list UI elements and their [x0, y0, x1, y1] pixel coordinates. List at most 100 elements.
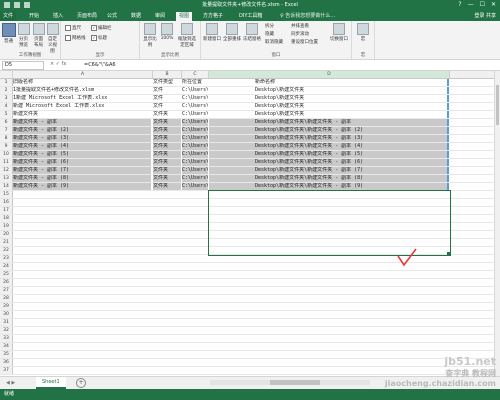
cell-a[interactable]	[13, 279, 151, 286]
cell-c[interactable]	[182, 359, 208, 366]
name-box[interactable]: D5	[2, 61, 44, 70]
cell-b[interactable]	[153, 207, 181, 214]
row-number[interactable]: 14	[0, 183, 13, 190]
tab-page-layout[interactable]: 页面布局	[74, 12, 100, 21]
cell-a[interactable]	[13, 191, 151, 198]
cell-d[interactable]	[209, 319, 449, 326]
cell-c[interactable]: C:\Users\	[182, 111, 208, 118]
cell-d[interactable]	[209, 295, 449, 302]
tab-formulas[interactable]: 公式	[104, 12, 120, 21]
cell-d[interactable]: Desktop\新建文件夹\新建文件夹 - 副本 (5)	[209, 151, 449, 158]
cell-b[interactable]	[153, 287, 181, 294]
row-number[interactable]: 15	[0, 191, 13, 198]
cell-b[interactable]	[153, 199, 181, 206]
cell-a[interactable]: 新建文件夹 - 副本 (9)	[13, 183, 151, 190]
formula-input[interactable]: =C6&"\"&A6	[84, 61, 116, 69]
cell-c[interactable]	[182, 263, 208, 270]
cell-c[interactable]	[182, 255, 208, 262]
cell-a[interactable]: 新建文件夹 - 副本 (6)	[13, 159, 151, 166]
row-number[interactable]: 27	[0, 287, 13, 294]
horizontal-scrollbar[interactable]	[210, 380, 370, 385]
zoom-to-selection-button[interactable]: 缩放到选定区域	[176, 23, 198, 48]
row-number[interactable]: 13	[0, 175, 13, 182]
select-all-corner[interactable]	[0, 71, 13, 78]
zoom-100-button[interactable]: 100%	[160, 23, 174, 41]
cell-a[interactable]: 1批量提取文件名+修改文件名.xlsm	[13, 87, 151, 94]
cell-a[interactable]: 新建文件夹 - 副本 (2)	[13, 127, 151, 134]
cell-d[interactable]: Desktop\新建文件夹\新建文件夹 - 副本	[209, 119, 449, 126]
cell-c[interactable]: C:\Users\	[182, 103, 208, 110]
row-number[interactable]: 7	[0, 127, 13, 134]
synchronous-scrolling-button[interactable]: 同步滚动	[291, 31, 309, 37]
cell-b[interactable]	[153, 311, 181, 318]
row-number[interactable]: 34	[0, 343, 13, 350]
row-number[interactable]: 29	[0, 303, 13, 310]
cell-b[interactable]	[153, 215, 181, 222]
cell-b[interactable]	[153, 303, 181, 310]
cell-c[interactable]	[182, 295, 208, 302]
cell-c[interactable]: C:\Users\	[182, 175, 208, 182]
tab-home[interactable]: 开始	[26, 12, 42, 21]
cell-c[interactable]	[182, 215, 208, 222]
cell-a[interactable]	[13, 335, 151, 342]
row-number[interactable]: 2	[0, 87, 13, 94]
cell-d[interactable]	[209, 271, 449, 278]
cell-c[interactable]	[182, 351, 208, 358]
page-layout-view-button[interactable]: 页面布局	[32, 23, 45, 48]
cell-b[interactable]: 文件夹	[153, 151, 181, 158]
cell-c[interactable]	[182, 199, 208, 206]
freeze-panes-button[interactable]: 冻结窗格	[243, 23, 261, 42]
cell-c[interactable]: C:\Users\	[182, 151, 208, 158]
cell-d[interactable]: Desktop\新建文件夹\新建文件夹 - 副本 (7)	[209, 167, 449, 174]
cell-b[interactable]: 文件夹	[153, 183, 181, 190]
cell-a[interactable]	[13, 295, 151, 302]
cell-c[interactable]	[182, 327, 208, 334]
hide-button[interactable]: 隐藏	[265, 31, 274, 37]
row-number[interactable]: 11	[0, 159, 13, 166]
maximize-button[interactable]: ☐	[480, 1, 485, 8]
row-number[interactable]: 16	[0, 199, 13, 206]
cell-b[interactable]	[153, 263, 181, 270]
cell-c[interactable]	[182, 191, 208, 198]
tab-diy-toolbox[interactable]: DIY工具箱	[236, 12, 265, 21]
tab-view[interactable]: 视图	[176, 12, 193, 21]
cell-b[interactable]	[153, 247, 181, 254]
row-number[interactable]: 12	[0, 167, 13, 174]
cell-a[interactable]	[13, 263, 151, 270]
cell-d[interactable]	[209, 279, 449, 286]
cell-d[interactable]: Desktop\新建文件夹\新建文件夹 - 副本 (3)	[209, 135, 449, 142]
cell-a[interactable]	[13, 271, 151, 278]
cell-b[interactable]	[153, 239, 181, 246]
cell-b[interactable]	[153, 279, 181, 286]
cell-a[interactable]	[13, 255, 151, 262]
row-number[interactable]: 32	[0, 327, 13, 334]
cell-a[interactable]: 新建文件夹 - 副本 (3)	[13, 135, 151, 142]
cell-c[interactable]	[182, 271, 208, 278]
row-number[interactable]: 28	[0, 295, 13, 302]
cell-d[interactable]: Desktop\新建文件夹	[209, 111, 449, 118]
scroll-thumb[interactable]	[496, 85, 499, 125]
cell-a[interactable]: 新建文件夹	[13, 111, 151, 118]
zoom-button[interactable]: 显示比例	[142, 23, 158, 48]
cell-b[interactable]	[153, 295, 181, 302]
row-number[interactable]: 22	[0, 247, 13, 254]
cell-c[interactable]	[182, 335, 208, 342]
cell-b[interactable]	[153, 351, 181, 358]
arrange-all-button[interactable]: 全部重排	[223, 23, 241, 42]
cell-d[interactable]: Desktop\新建文件夹\新建文件夹 - 副本 (9)	[209, 183, 449, 190]
row-number[interactable]: 19	[0, 223, 13, 230]
cell-c[interactable]	[182, 223, 208, 230]
cell-c[interactable]	[182, 303, 208, 310]
close-button[interactable]: ✕	[491, 1, 496, 8]
custom-views-button[interactable]: 自定义视图	[46, 23, 59, 54]
row-number[interactable]: 36	[0, 359, 13, 366]
cell-b[interactable]	[153, 343, 181, 350]
cell-a[interactable]	[13, 207, 151, 214]
formula-icons[interactable]: × ✓ fx	[50, 61, 66, 67]
cell-d[interactable]: 新命名称	[209, 79, 449, 86]
cell-a[interactable]: 新建文件夹 - 副本 (5)	[13, 151, 151, 158]
row-number[interactable]: 18	[0, 215, 13, 222]
cell-d[interactable]	[209, 343, 449, 350]
sheet-tab-sheet1[interactable]: Sheet1	[36, 377, 66, 389]
macros-button[interactable]: 宏	[355, 23, 371, 42]
